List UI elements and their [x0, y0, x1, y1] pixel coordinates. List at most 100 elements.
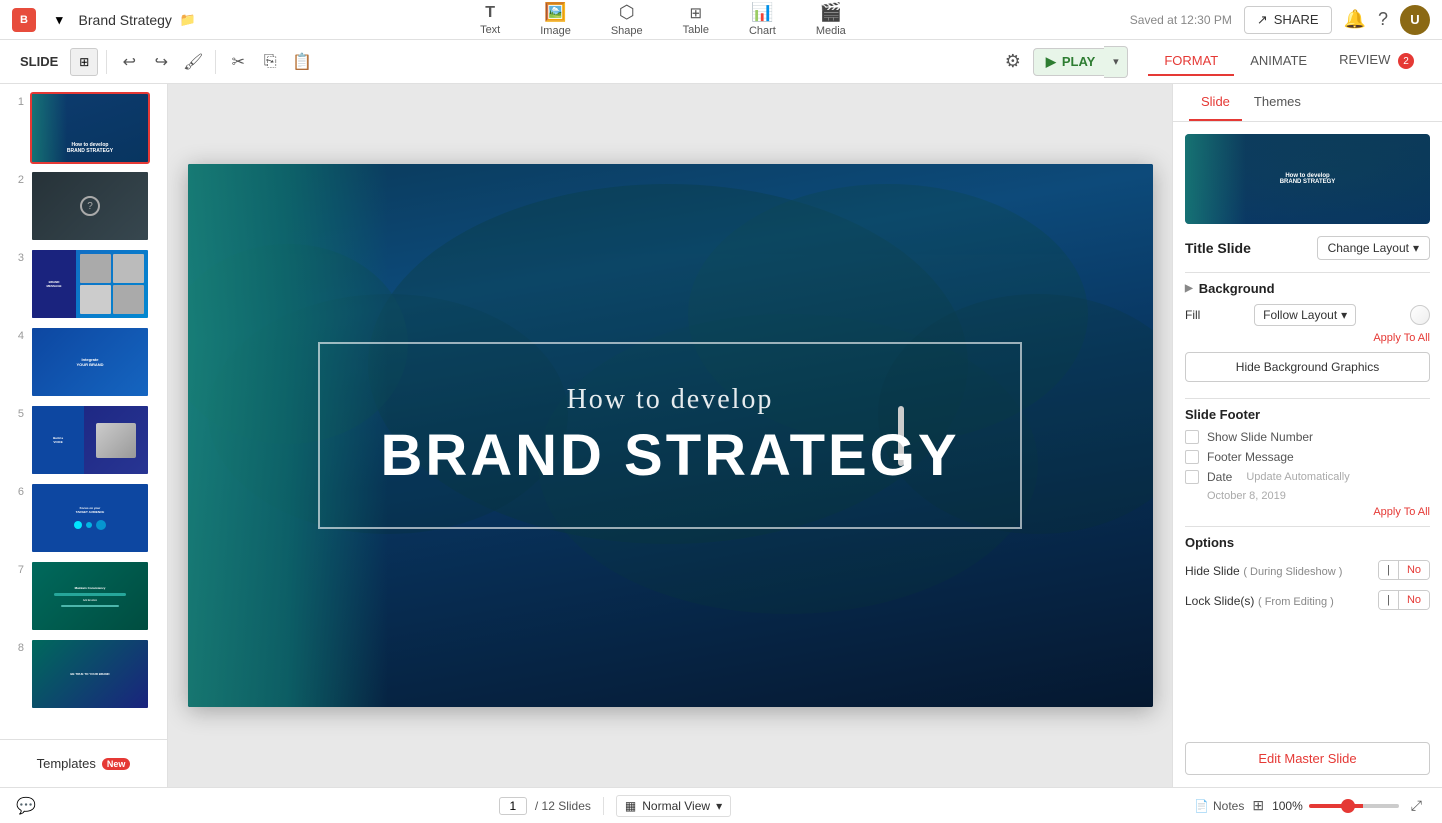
slide-number-8: 8 — [8, 642, 24, 654]
toolbar-text[interactable]: T Text — [472, 0, 508, 40]
slide-item-1[interactable]: 1 How to developBRAND STRATEGY — [8, 92, 159, 164]
apply-to-all-link-2[interactable]: Apply To All — [1185, 506, 1430, 518]
fit-to-screen-button[interactable]: ⤢ — [1407, 795, 1426, 816]
options-section: Options Hide Slide ( During Slideshow ) … — [1185, 535, 1430, 610]
panel-thumb-background: How to developBRAND STRATEGY — [1185, 134, 1430, 224]
slide-thumbnail-5[interactable]: Build aVOICE — [30, 404, 150, 476]
bottom-divider — [603, 797, 604, 815]
slide-thumbnail-6[interactable]: Focus on yourTARGET AUDIENCE — [30, 482, 150, 554]
hide-background-graphics-button[interactable]: Hide Background Graphics — [1185, 352, 1430, 382]
hide-slide-label: Hide Slide — [1185, 564, 1240, 578]
file-menu-button[interactable]: ▾ — [44, 8, 71, 32]
user-avatar[interactable]: U — [1400, 5, 1430, 35]
play-dropdown-button[interactable]: ▾ — [1104, 46, 1128, 78]
layout-icon[interactable]: ⊞ — [1252, 797, 1264, 814]
slide-thumbnail-1[interactable]: How to developBRAND STRATEGY — [30, 92, 150, 164]
right-tab-group: Slide Themes — [1173, 84, 1442, 122]
slide-2-circle: ? — [80, 196, 100, 216]
slide-item-8[interactable]: 8 BE TRUE TO YOUR BRAND — [8, 638, 159, 710]
undo-button[interactable]: ↩ — [115, 48, 143, 76]
panel-thumb-title-text: How to developBRAND STRATEGY — [1280, 173, 1336, 185]
toolbar-image[interactable]: 🖼️ Image — [532, 0, 579, 41]
slide-thumbnail-7[interactable]: Maintain Consistency Add Emotion — [30, 560, 150, 632]
slide-content-box[interactable]: How to develop BRAND STRATEGY — [318, 342, 1021, 530]
slide-item-3[interactable]: 3 BRANDMESSAGE — [8, 248, 159, 320]
lock-slide-no-label: No — [1407, 594, 1421, 606]
redo-button[interactable]: ↪ — [147, 48, 175, 76]
tab-review[interactable]: REVIEW 2 — [1323, 46, 1430, 78]
chat-icon[interactable]: 💬 — [16, 796, 36, 816]
toolbar-shape[interactable]: ⬡ Shape — [603, 0, 651, 41]
slide-footer-section: Slide Footer Show Slide Number Footer Me… — [1185, 407, 1430, 518]
change-layout-button[interactable]: Change Layout ▾ — [1317, 236, 1430, 260]
right-tab-slide[interactable]: Slide — [1189, 84, 1242, 121]
toolbar-media-label: Media — [816, 25, 846, 37]
slide-item-2[interactable]: 2 ? — [8, 170, 159, 242]
share-button[interactable]: ↗ SHARE — [1244, 6, 1332, 34]
fill-row: Fill Follow Layout ▾ — [1185, 304, 1430, 326]
help-icon[interactable]: ? — [1378, 9, 1388, 30]
right-tab-themes-label: Themes — [1254, 94, 1301, 109]
apply-to-all-link-1[interactable]: Apply To All — [1185, 332, 1430, 344]
hide-slide-no-label: No — [1407, 564, 1421, 576]
bottom-left: 💬 — [16, 796, 36, 816]
toolbar-media[interactable]: 🎬 Media — [808, 0, 854, 41]
templates-button[interactable]: Templates New — [25, 750, 143, 777]
show-slide-number-checkbox[interactable] — [1185, 430, 1199, 444]
notifications-icon[interactable]: 🔔 — [1344, 9, 1366, 30]
slide-thumbnail-8[interactable]: BE TRUE TO YOUR BRAND — [30, 638, 150, 710]
share-label: SHARE — [1274, 12, 1319, 27]
hide-slide-toggle-divider[interactable]: | — [1379, 561, 1398, 579]
play-button[interactable]: ▶ PLAY — [1033, 48, 1108, 76]
text-icon: T — [485, 4, 495, 22]
slide-number-4: 4 — [8, 330, 24, 342]
slide-item-5[interactable]: 5 Build aVOICE — [8, 404, 159, 476]
secondary-toolbar: SLIDE ⊞ ↩ ↪ 🖌 ✂ ⎘ 📋 ⚙ ▶ PLAY ▾ FORMAT AN… — [0, 40, 1442, 84]
fill-color-swatch[interactable] — [1410, 305, 1430, 325]
page-number-input[interactable] — [499, 797, 527, 815]
lock-slide-label-wrap: Lock Slide(s) ( From Editing ) — [1185, 593, 1334, 608]
templates-label: Templates — [37, 756, 96, 771]
slide-canvas[interactable]: How to develop BRAND STRATEGY — [188, 164, 1153, 707]
cut-button[interactable]: ✂ — [224, 48, 252, 76]
paint-format-button[interactable]: 🖌 — [179, 48, 207, 76]
paste-button[interactable]: 📋 — [288, 48, 316, 76]
slide-thumbnail-2[interactable]: ? — [30, 170, 150, 242]
slide-item-7[interactable]: 7 Maintain Consistency Add Emotion — [8, 560, 159, 632]
date-checkbox[interactable] — [1185, 470, 1199, 484]
toolbar-table[interactable]: ⊞ Table — [675, 0, 717, 40]
tab-format[interactable]: FORMAT — [1148, 47, 1234, 76]
slide-thumbnail-4[interactable]: IntegrateYOUR BRAND — [30, 326, 150, 398]
notes-button[interactable]: 📄 Notes — [1194, 799, 1244, 813]
right-tab-themes[interactable]: Themes — [1242, 84, 1313, 121]
hide-slide-no-button[interactable]: No — [1398, 561, 1429, 579]
slide-number-6: 6 — [8, 486, 24, 498]
right-tab-slide-label: Slide — [1201, 94, 1230, 109]
lock-slide-no-button[interactable]: No — [1398, 591, 1429, 609]
top-bar: B ▾ Brand Strategy 📁 T Text 🖼️ Image ⬡ S… — [0, 0, 1442, 40]
view-mode-button[interactable]: ▦ Normal View ▾ — [616, 795, 731, 817]
slide-number-7: 7 — [8, 564, 24, 576]
layout-toggle-button[interactable]: ⊞ — [70, 48, 98, 76]
toolbar-chart[interactable]: 📊 Chart — [741, 0, 784, 41]
bottom-center: / 12 Slides ▦ Normal View ▾ — [499, 795, 731, 817]
settings-button[interactable]: ⚙ — [997, 46, 1029, 78]
hide-slide-toggle[interactable]: | No — [1378, 560, 1430, 580]
slide-item-6[interactable]: 6 Focus on yourTARGET AUDIENCE — [8, 482, 159, 554]
zoom-slider[interactable] — [1309, 804, 1399, 808]
slide-thumbnail-3[interactable]: BRANDMESSAGE — [30, 248, 150, 320]
slide-item-4[interactable]: 4 IntegrateYOUR BRAND — [8, 326, 159, 398]
copy-button[interactable]: ⎘ — [256, 48, 284, 76]
toolbar-chart-label: Chart — [749, 25, 776, 37]
fill-select[interactable]: Follow Layout ▾ — [1254, 304, 1356, 326]
lock-slide-toggle[interactable]: | No — [1378, 590, 1430, 610]
footer-message-checkbox[interactable] — [1185, 450, 1199, 464]
edit-master-slide-button[interactable]: Edit Master Slide — [1185, 742, 1430, 775]
slide-button[interactable]: SLIDE — [12, 50, 66, 73]
tab-animate[interactable]: ANIMATE — [1234, 47, 1323, 76]
divider-1 — [1185, 272, 1430, 273]
templates-section: Templates New — [0, 739, 167, 787]
lock-slide-toggle-divider[interactable]: | — [1379, 591, 1398, 609]
date-value-hint: October 8, 2019 — [1207, 490, 1430, 502]
view-mode-label: Normal View — [642, 799, 710, 813]
